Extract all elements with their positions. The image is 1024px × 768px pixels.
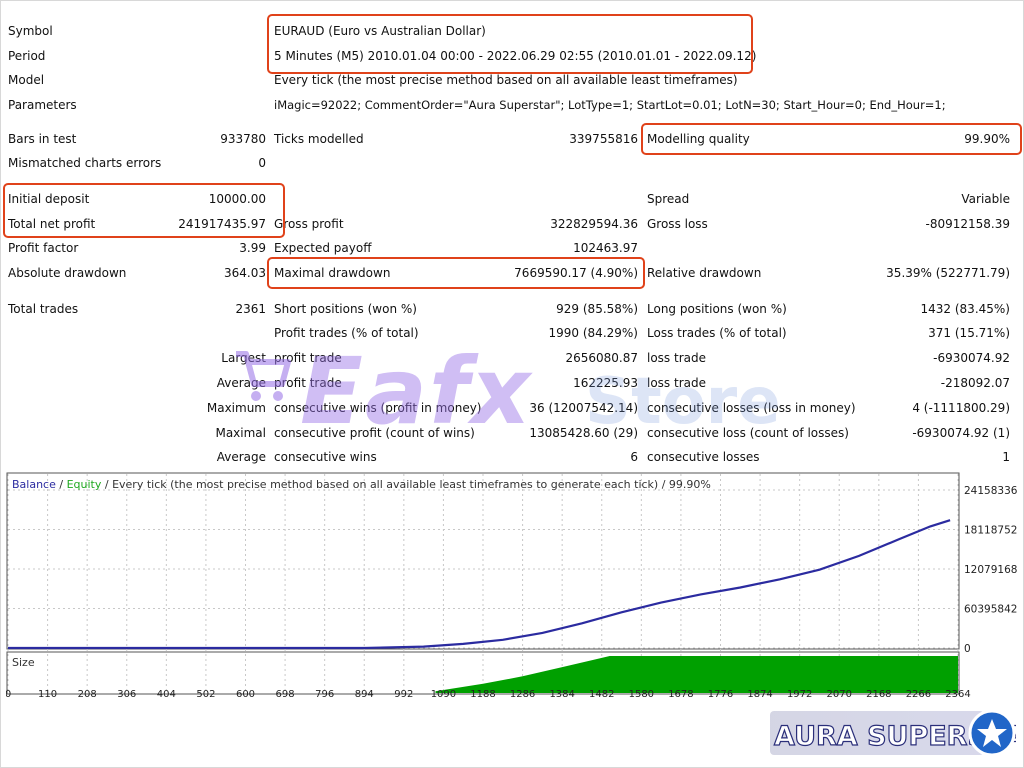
- maximal-label: Maximal: [215, 426, 266, 440]
- x-tick-label: 2364: [945, 689, 970, 698]
- x-tick-label: 1874: [747, 689, 772, 698]
- period-label: Period: [8, 49, 46, 63]
- absdd-label: Absolute drawdown: [8, 266, 127, 280]
- pf-label: Profit factor: [8, 241, 79, 255]
- payoff-value: 102463.97: [573, 241, 638, 255]
- maxprofit-label: consecutive profit (count of wins): [274, 426, 475, 440]
- legend-equity: Equity: [67, 478, 102, 491]
- x-tick-label: 208: [78, 689, 97, 698]
- x-tick-label: 1188: [470, 689, 495, 698]
- x-tick-label: 1384: [549, 689, 574, 698]
- mismatch-label: Mismatched charts errors: [8, 156, 162, 170]
- x-tick-label: 992: [394, 689, 413, 698]
- ltrades-value: 371 (15.71%): [928, 326, 1010, 340]
- x-tick-label: 2168: [866, 689, 891, 698]
- x-tick-label: 698: [276, 689, 295, 698]
- avgwins-label: consecutive wins: [274, 450, 377, 464]
- payoff-label: Expected payoff: [274, 241, 372, 255]
- reldd-label: Relative drawdown: [647, 266, 762, 280]
- x-tick-label: 404: [157, 689, 176, 698]
- maxwins-value: 36 (12007542.14): [529, 401, 638, 415]
- ticks-value: 339755816: [569, 132, 638, 146]
- x-tick-label: 894: [355, 689, 374, 698]
- x-tick-label: 2266: [906, 689, 931, 698]
- grossloss-label: Gross loss: [647, 217, 708, 231]
- average-loss-label: loss trade: [647, 376, 706, 390]
- average-profit-value: 162225.93: [573, 376, 638, 390]
- size-label: Size: [12, 656, 35, 669]
- legend-sep: /: [56, 478, 67, 491]
- model-value: Every tick (the most precise method base…: [274, 73, 738, 87]
- short-label: Short positions (won %): [274, 302, 417, 316]
- x-tick-label: 1776: [708, 689, 733, 698]
- legend-rest: / Every tick (the most precise method ba…: [101, 478, 711, 491]
- aura-superstar-badge: AURA SUPERSTAR: [770, 709, 1016, 757]
- short-value: 929 (85.58%): [556, 302, 638, 316]
- maxwins-label: consecutive wins (profit in money): [274, 401, 482, 415]
- parameters-label: Parameters: [8, 98, 77, 112]
- spread-value: Variable: [961, 192, 1010, 206]
- pf-value: 3.99: [239, 241, 266, 255]
- x-tick-label: 1482: [589, 689, 614, 698]
- bars-value: 933780: [220, 132, 266, 146]
- avgwins-value: 6: [630, 450, 638, 464]
- largest-profit-value: 2656080.87: [565, 351, 638, 365]
- grossprofit-value: 322829594.36: [550, 217, 638, 231]
- ltrades-label: Loss trades (% of total): [647, 326, 787, 340]
- x-tick-label: 306: [117, 689, 136, 698]
- balance-chart: 24158336 18118752 12079168 60395842 0 0 110 20…: [6, 472, 1018, 698]
- maxloss-count-value: -6930074.92 (1): [912, 426, 1010, 440]
- avglosses-value: 1: [1002, 450, 1010, 464]
- grossloss-value: -80912158.39: [925, 217, 1011, 231]
- deposit-profit-highlight: [3, 183, 285, 238]
- x-tick-label: 1678: [668, 689, 693, 698]
- long-value: 1432 (83.45%): [920, 302, 1010, 316]
- spread-label: Spread: [647, 192, 690, 206]
- x-tick-label: 1090: [431, 689, 456, 698]
- avglosses-label: consecutive losses: [647, 450, 760, 464]
- ptrades-label: Profit trades (% of total): [274, 326, 419, 340]
- model-label: Model: [8, 73, 45, 87]
- legend-balance: Balance: [12, 478, 56, 491]
- largest-loss-value: -6930074.92: [933, 351, 1010, 365]
- x-tick-label: 1580: [629, 689, 654, 698]
- ticks-label: Ticks modelled: [274, 132, 364, 146]
- y-tick-label: 24158336: [964, 485, 1018, 497]
- reldd-value: 35.39% (522771.79): [886, 266, 1010, 280]
- x-tick-label: 110: [38, 689, 57, 698]
- trades-value: 2361: [235, 302, 266, 316]
- average2-label: Average: [216, 450, 266, 464]
- symbol-label: Symbol: [8, 24, 53, 38]
- y-tick-label: 12079168: [964, 564, 1017, 576]
- symbol-period-highlight: [267, 14, 753, 74]
- x-tick-label: 502: [196, 689, 215, 698]
- quality-highlight: [641, 123, 1022, 155]
- mismatch-value: 0: [258, 156, 266, 170]
- parameters-value: iMagic=92022; CommentOrder="Aura Superst…: [274, 98, 946, 112]
- maxlosses-value: 4 (-1111800.29): [912, 401, 1010, 415]
- x-tick-label: 2070: [827, 689, 852, 698]
- y-tick-label: 0: [964, 643, 971, 655]
- maxdd-highlight: [267, 257, 645, 289]
- x-tick-label: 1286: [510, 689, 535, 698]
- maxprofit-value: 13085428.60 (29): [529, 426, 638, 440]
- largest-loss-label: loss trade: [647, 351, 706, 365]
- average-loss-value: -218092.07: [940, 376, 1010, 390]
- long-label: Long positions (won %): [647, 302, 787, 316]
- ptrades-value: 1990 (84.29%): [548, 326, 638, 340]
- y-tick-label: 18118752: [964, 525, 1017, 537]
- bars-label: Bars in test: [8, 132, 77, 146]
- trades-label: Total trades: [8, 302, 79, 316]
- x-tick-label: 796: [315, 689, 334, 698]
- svg-text:Balance / Equity / Every tick: Balance / Equity / Every tick (the most …: [12, 478, 711, 491]
- x-tick-label: 0: [6, 689, 11, 698]
- absdd-value: 364.03: [224, 266, 266, 280]
- y-tick-label: 60395842: [964, 604, 1017, 616]
- cart-icon: [236, 351, 291, 401]
- maxloss-count-label: consecutive loss (count of losses): [647, 426, 849, 440]
- x-tick-label: 600: [236, 689, 255, 698]
- maxlosses-label: consecutive losses (loss in money): [647, 401, 856, 415]
- x-tick-label: 1972: [787, 689, 812, 698]
